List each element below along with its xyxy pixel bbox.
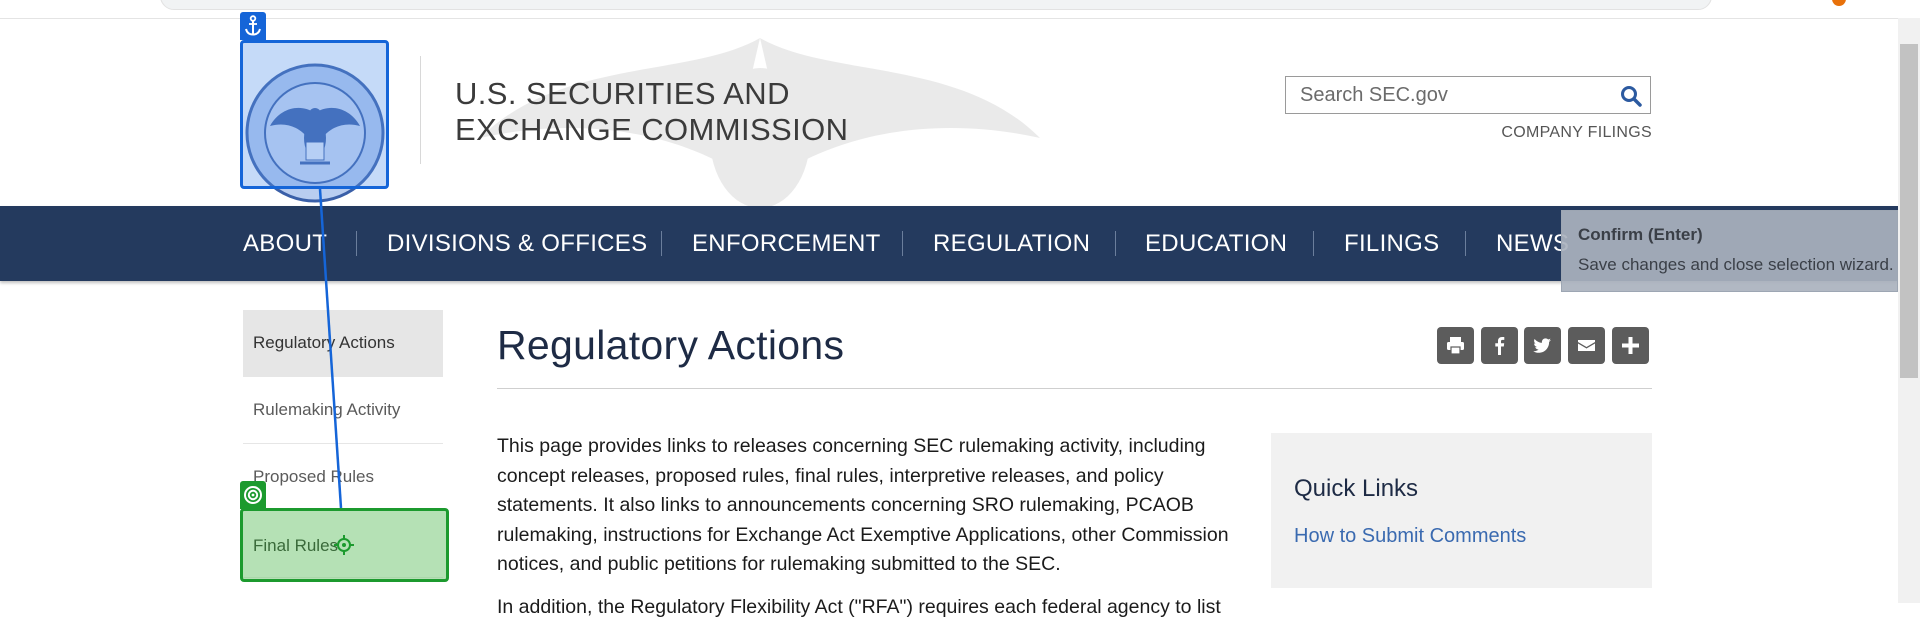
nav-separator bbox=[902, 231, 903, 256]
final-rules-label: Final Rules bbox=[253, 536, 339, 555]
browser-top-strip bbox=[0, 0, 1920, 19]
facebook-share-button[interactable] bbox=[1481, 327, 1518, 364]
quick-links-panel: Quick Links How to Submit Comments bbox=[1271, 433, 1652, 588]
nav-filings[interactable]: FILINGS bbox=[1344, 206, 1439, 281]
intro-paragraph: This page provides links to releases con… bbox=[497, 435, 1229, 575]
tooltip-body: Save changes and close selection wizard. bbox=[1578, 255, 1894, 274]
sidebar-item-rulemaking-activity[interactable]: Rulemaking Activity bbox=[243, 377, 443, 444]
search-icon[interactable] bbox=[1620, 85, 1642, 107]
company-filings-link[interactable]: COMPANY FILINGS bbox=[1500, 124, 1652, 142]
anchor-selection-box[interactable] bbox=[240, 40, 389, 189]
nav-education[interactable]: EDUCATION bbox=[1145, 206, 1287, 281]
nav-separator bbox=[1115, 231, 1116, 256]
scrollbar-thumb[interactable] bbox=[1900, 44, 1918, 378]
search-box bbox=[1285, 76, 1651, 114]
nav-about[interactable]: ABOUT bbox=[243, 206, 327, 281]
sidebar-item-regulatory-actions[interactable]: Regulatory Actions bbox=[243, 310, 443, 377]
org-name[interactable]: U.S. SECURITIES AND EXCHANGE COMMISSION bbox=[455, 76, 848, 148]
nav-separator bbox=[1465, 231, 1466, 256]
crosshair-icon bbox=[334, 535, 354, 555]
address-bar[interactable] bbox=[160, 0, 1712, 10]
anchor-icon bbox=[245, 15, 261, 36]
more-share-button[interactable] bbox=[1612, 327, 1649, 364]
rfa-paragraph: In addition, the Regulatory Flexibility … bbox=[497, 596, 1221, 618]
nav-separator bbox=[1313, 231, 1314, 256]
target-handle[interactable] bbox=[240, 481, 266, 509]
sidebar-item-proposed-rules[interactable]: Proposed Rules bbox=[243, 444, 443, 511]
facebook-icon bbox=[1495, 337, 1505, 355]
search-input[interactable] bbox=[1286, 77, 1634, 113]
nav-divisions-offices[interactable]: DIVISIONS & OFFICES bbox=[387, 206, 647, 281]
twitter-icon bbox=[1533, 338, 1551, 353]
target-icon bbox=[244, 486, 262, 504]
title-divider bbox=[497, 388, 1652, 389]
email-icon bbox=[1578, 340, 1595, 351]
print-button[interactable] bbox=[1437, 327, 1474, 364]
tooltip-title: Confirm (Enter) bbox=[1578, 225, 1703, 244]
email-share-button[interactable] bbox=[1568, 327, 1605, 364]
page-title: Regulatory Actions bbox=[497, 322, 845, 368]
quick-links-title: Quick Links bbox=[1294, 475, 1419, 502]
anchor-handle[interactable] bbox=[240, 12, 266, 40]
nav-separator bbox=[356, 231, 357, 256]
how-to-submit-comments-link[interactable]: How to Submit Comments bbox=[1294, 525, 1526, 548]
print-icon bbox=[1447, 337, 1464, 355]
org-name-line1: U.S. SECURITIES AND bbox=[455, 76, 790, 111]
nav-news[interactable]: NEWS bbox=[1496, 206, 1569, 281]
plus-icon bbox=[1622, 337, 1639, 354]
profile-indicator[interactable] bbox=[1832, 0, 1846, 6]
header-divider bbox=[420, 56, 421, 164]
nav-enforcement[interactable]: ENFORCEMENT bbox=[692, 206, 881, 281]
org-name-line2: EXCHANGE COMMISSION bbox=[455, 112, 849, 147]
nav-separator bbox=[661, 231, 662, 256]
twitter-share-button[interactable] bbox=[1524, 327, 1561, 364]
nav-regulation[interactable]: REGULATION bbox=[933, 206, 1090, 281]
confirm-tooltip: Confirm (Enter) Save changes and close s… bbox=[1561, 210, 1898, 292]
